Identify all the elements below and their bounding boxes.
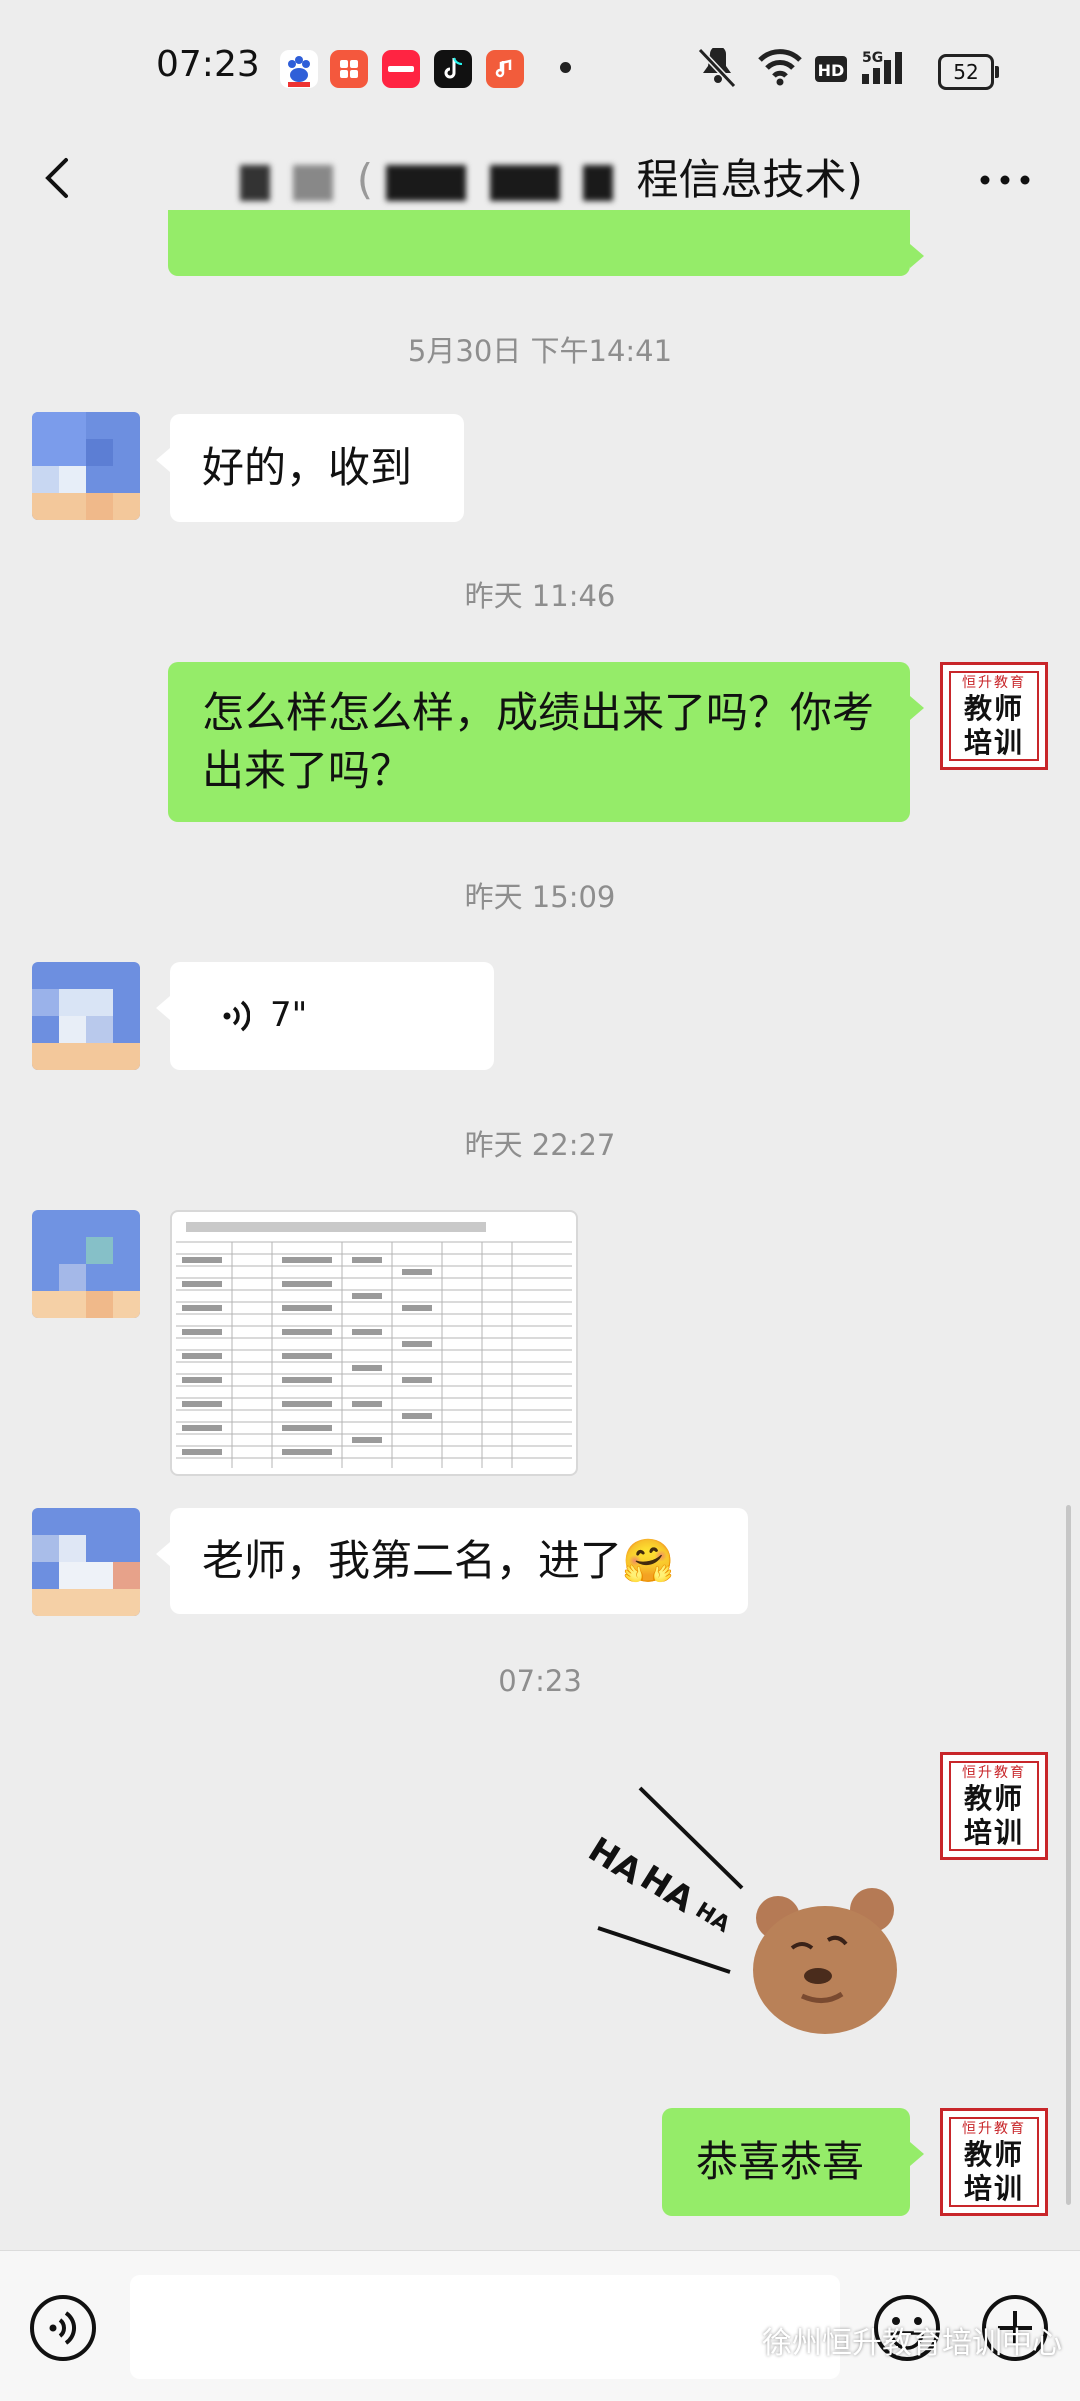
- avatar[interactable]: [32, 1508, 140, 1616]
- timestamp: 07:23: [498, 1664, 582, 1698]
- seal-top-text: 恒升教育: [962, 2121, 1026, 2137]
- wifi-icon: [758, 49, 802, 86]
- redacted-block: [240, 164, 270, 201]
- message-text-content: 老师，我第二名，进了: [202, 1536, 623, 1585]
- tiktok-icon: [434, 50, 472, 88]
- message-text[interactable]: 恭喜恭喜: [662, 2108, 924, 2216]
- status-time: 07:23: [156, 44, 260, 85]
- avatar-self-seal[interactable]: 恒升教育 教师 培训: [940, 1752, 1048, 1860]
- message-text[interactable]: 老师，我第二名，进了🤗: [156, 1508, 748, 1614]
- voice-message-bubble[interactable]: 7": [156, 962, 494, 1070]
- avatar[interactable]: [32, 962, 140, 1070]
- hd-icon: HD: [815, 56, 847, 82]
- timestamp: 昨天 11:46: [464, 579, 616, 613]
- redacted-block: [583, 164, 614, 201]
- baidu-icon: [280, 50, 318, 88]
- svg-text:5G: 5G: [862, 50, 883, 66]
- bear-haha-sticker[interactable]: HA HA HA: [580, 1780, 920, 2050]
- redacted-block: [386, 164, 467, 201]
- message-text[interactable]: 怎么样怎么样，成绩出来了吗？你考出来了吗？: [168, 662, 924, 822]
- seal-line2: 培训: [963, 1816, 1024, 1849]
- message-bubble-partial[interactable]: [168, 210, 924, 276]
- timestamp: 昨天 22:27: [464, 1128, 616, 1162]
- back-arrow-icon[interactable]: [30, 148, 90, 208]
- laughing-bear-icon: HA HA HA: [581, 1786, 897, 2034]
- svg-text:HA: HA: [691, 1898, 734, 1938]
- watermark: 徐州恒升教育培训中心: [720, 2318, 1062, 2362]
- seal-line1: 教师: [963, 2138, 1024, 2171]
- signal-5g-icon: 5G: [862, 50, 902, 84]
- music-icon: [486, 50, 524, 88]
- seal-top-text: 恒升教育: [962, 1765, 1026, 1781]
- scrollbar[interactable]: [1066, 1505, 1071, 2205]
- app-icon: [330, 50, 368, 88]
- title-paren: (: [356, 155, 374, 204]
- status-bar: 07:23 HD 5G 52: [0, 0, 1080, 130]
- svg-text:HD: HD: [818, 61, 845, 80]
- timestamp: 昨天 15:09: [464, 880, 616, 914]
- redacted-block: [489, 164, 560, 201]
- redacted-block: [293, 164, 334, 201]
- avatar-self-seal[interactable]: 恒升教育 教师 培训: [940, 662, 1048, 770]
- chat-title-text: 程信息技术): [636, 155, 863, 204]
- avatar[interactable]: [32, 412, 140, 520]
- chat-title: ( 程信息技术): [240, 146, 863, 207]
- battery-indicator: 52: [938, 54, 999, 90]
- notification-dot-icon: [560, 62, 571, 73]
- seal-line1: 教师: [963, 692, 1024, 725]
- image-message[interactable]: [170, 1210, 578, 1476]
- voice-input-icon[interactable]: [28, 2293, 98, 2363]
- more-icon[interactable]: [975, 170, 1035, 190]
- wechat-logo-icon: [720, 2331, 756, 2357]
- voice-duration: 7": [270, 995, 308, 1035]
- hugging-emoji-icon: 🤗: [622, 1536, 675, 1585]
- seal-line2: 培训: [963, 2172, 1024, 2205]
- watermark-text: 徐州恒升教育培训中心: [762, 2326, 1062, 2361]
- mute-icon: [697, 48, 737, 88]
- seal-line1: 教师: [963, 1782, 1024, 1815]
- seal-line2: 培训: [963, 726, 1024, 759]
- spreadsheet-thumbnail: [176, 1222, 572, 1468]
- message-text[interactable]: 好的，收到: [156, 414, 464, 522]
- timestamp: 5月30日 下午14:41: [407, 334, 673, 368]
- voice-wave-icon: [223, 1000, 250, 1032]
- seal-top-text: 恒升教育: [962, 675, 1026, 691]
- avatar[interactable]: [32, 1210, 140, 1318]
- xiaohongshu-icon: [382, 50, 420, 88]
- avatar-self-seal[interactable]: 恒升教育 教师 培训: [940, 2108, 1048, 2216]
